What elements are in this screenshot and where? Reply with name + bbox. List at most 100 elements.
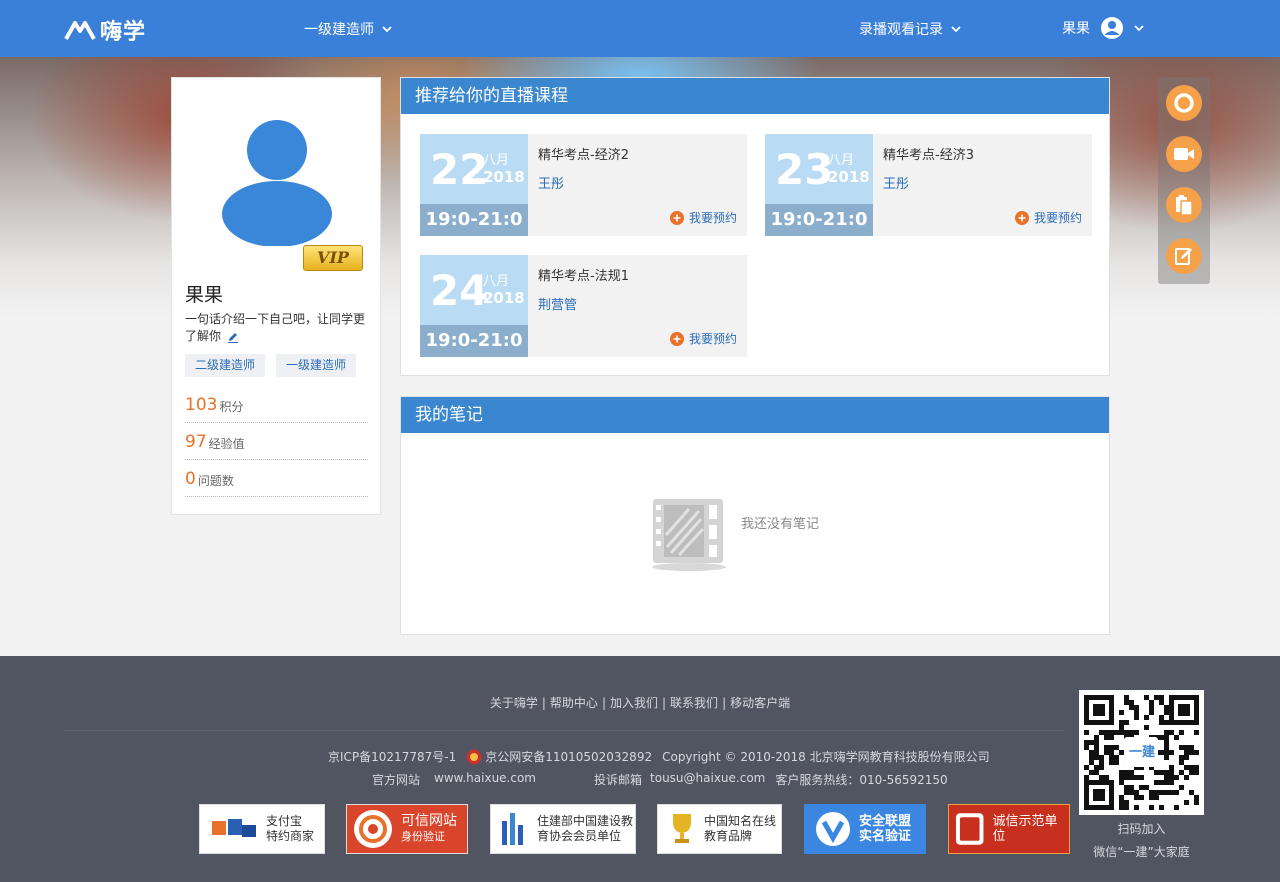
badge-line: 安全联盟 [859, 814, 912, 829]
pencil-icon[interactable] [227, 331, 239, 343]
profile-bio-text: 一句话介绍一下自己吧，让同学更了解你 [185, 312, 366, 343]
course-teacher[interactable]: 荆营管 [538, 294, 577, 313]
badge-education-brand[interactable]: 中国知名在线 教育品牌 [657, 804, 782, 854]
badge-alipay[interactable]: 支付宝 特约商家 [199, 804, 325, 854]
stat-questions: 0 问题数 [185, 460, 368, 497]
logo[interactable]: 嗨学 [64, 14, 146, 46]
course-title[interactable]: 精华考点-经济2 [538, 144, 629, 163]
course-card[interactable]: 24 八月 2018 19:0-21:0 精华考点-法规1 荆营管 我要预约 [420, 255, 747, 357]
tool-button-note[interactable] [1166, 238, 1202, 274]
footer: 关于嗨学 | 帮助中心 | 加入我们 | 联系我们 | 移动客户端 京ICP备10217787号… [0, 656, 1280, 882]
footer-link[interactable]: 关于嗨学 [490, 696, 538, 710]
profile-bio: 一句话介绍一下自己吧，让同学更了解你 [185, 311, 371, 345]
course-title[interactable]: 精华考点-经济3 [883, 144, 974, 163]
reserve-button[interactable]: 我要预约 [669, 209, 737, 226]
top-navbar: 嗨学 一级建造师 录播观看记录 果果 [0, 0, 1280, 57]
badge-text: 住建部中国建设教 育协会会员单位 [537, 814, 633, 844]
profile-name: 果果 [185, 284, 224, 306]
site-label: 官方网站 [372, 773, 421, 787]
qr-caption: 扫码加入 [1117, 822, 1166, 836]
site-url[interactable]: www.haixue.com [434, 771, 536, 788]
complaint-email[interactable]: tousu@haixue.com [650, 771, 765, 788]
badge-trusted-site[interactable]: 可信网站 身份验证 [346, 804, 468, 854]
separator: | [541, 696, 546, 710]
building-icon [502, 813, 523, 845]
course-year: 2018 [483, 289, 525, 307]
course-title[interactable]: 精华考点-法规1 [538, 265, 629, 284]
profile-tag[interactable]: 一级建造师 [276, 354, 357, 377]
footer-link[interactable]: 联系我们 [670, 696, 718, 710]
tool-button-video[interactable] [1166, 136, 1202, 172]
badge-line: 诚信示范单位 [992, 814, 1058, 844]
tool-button-progress[interactable] [1166, 85, 1202, 121]
course-time: 19:0-21:0 [420, 204, 528, 236]
badge-text: 中国知名在线 教育品牌 [704, 814, 776, 844]
integrity-seal-icon [955, 813, 984, 845]
course-teacher[interactable]: 王彤 [538, 173, 564, 192]
tool-button-copy[interactable] [1166, 187, 1202, 223]
course-time: 19:0-21:0 [420, 325, 528, 357]
course-date: 22 八月 2018 19:0-21:0 [420, 134, 528, 236]
copyright: Copyright © 2010-2018 北京嗨学网教育科技股份有限公司 [662, 750, 990, 764]
clipboard-icon [1176, 195, 1193, 216]
footer-link[interactable]: 移动客户端 [730, 696, 790, 710]
badge-security-alliance[interactable]: 安全联盟 实名验证 [804, 804, 926, 854]
puzzle-icon [212, 819, 256, 837]
course-time: 19:0-21:0 [765, 204, 873, 236]
history-label: 录播观看记录 [859, 22, 943, 38]
course-month: 八月 [828, 153, 855, 168]
qr-caption: 微信“一建”大家庭 [1093, 845, 1190, 859]
complaint-label: 投诉邮箱 [594, 773, 643, 787]
course-date: 24 八月 2018 19:0-21:0 [420, 255, 528, 357]
badge-integrity[interactable]: 诚信示范单位 [948, 804, 1070, 854]
stat-value: 103 [185, 395, 218, 415]
history-dropdown[interactable]: 录播观看记录 [859, 19, 961, 39]
reserve-button[interactable]: 我要预约 [1014, 209, 1082, 226]
course-year: 2018 [483, 168, 525, 186]
course-teacher[interactable]: 王彤 [883, 173, 909, 192]
badge-line: 育协会会员单位 [537, 829, 622, 843]
notes-panel: 我的笔记 我还没有笔记 [400, 396, 1110, 635]
trusted-seal-icon [354, 810, 392, 848]
plus-circle-icon [1014, 210, 1029, 225]
verified-v-icon [816, 812, 850, 846]
police-record[interactable]: 京公网安备11010502032892 [466, 748, 652, 765]
user-menu[interactable]: 果果 [1062, 16, 1144, 40]
footer-legal: 京ICP备10217787号-1 京公网安备11010502032892 Cop… [328, 748, 990, 765]
stat-value: 0 [185, 469, 196, 489]
exam-category-dropdown[interactable]: 一级建造师 [304, 19, 392, 39]
reserve-button[interactable]: 我要预约 [669, 330, 737, 347]
footer-link[interactable]: 加入我们 [610, 696, 658, 710]
reserve-label: 我要预约 [688, 332, 737, 346]
badge-line: 可信网站 [401, 813, 457, 829]
stat-points: 103 积分 [185, 386, 368, 423]
reserve-label: 我要预约 [688, 211, 737, 225]
separator: | [722, 696, 727, 710]
hotline: 客户服务热线：010-56592150 [775, 773, 948, 787]
badge-line: 特约商家 [266, 829, 315, 843]
video-camera-icon [1174, 148, 1194, 160]
chevron-down-icon [951, 26, 961, 33]
badge-line: 住建部中国建设教 [537, 814, 634, 828]
course-card[interactable]: 22 八月 2018 19:0-21:0 精华考点-经济2 王彤 我要预约 [420, 134, 747, 236]
course-year: 2018 [828, 168, 870, 186]
icp-number[interactable]: 京ICP备10217787号-1 [328, 748, 456, 765]
stat-label: 经验值 [208, 437, 245, 451]
plus-circle-icon [669, 210, 684, 225]
course-card[interactable]: 23 八月 2018 19:0-21:0 精华考点-经济3 王彤 我要预约 [765, 134, 1092, 236]
live-courses-panel: 推荐给你的直播课程 22 八月 2018 19:0-21:0 精华考点-经济2 … [400, 77, 1110, 376]
course-day: 23 [775, 145, 834, 194]
vip-badge: VIP [303, 245, 363, 271]
profile-tag[interactable]: 二级建造师 [185, 354, 266, 377]
plus-circle-icon [669, 331, 684, 346]
course-month: 八月 [483, 153, 510, 168]
user-avatar-icon [1101, 17, 1123, 39]
badge-line: 支付宝 [266, 814, 303, 828]
stat-experience: 97 经验值 [185, 423, 368, 460]
badge-line: 实名验证 [859, 829, 912, 844]
badge-ministry[interactable]: 住建部中国建设教 育协会会员单位 [490, 804, 636, 854]
notes-empty-text: 我还没有笔记 [741, 517, 820, 532]
stat-label: 积分 [219, 400, 244, 414]
footer-link[interactable]: 帮助中心 [550, 696, 598, 710]
badge-line: 身份验证 [401, 830, 445, 843]
